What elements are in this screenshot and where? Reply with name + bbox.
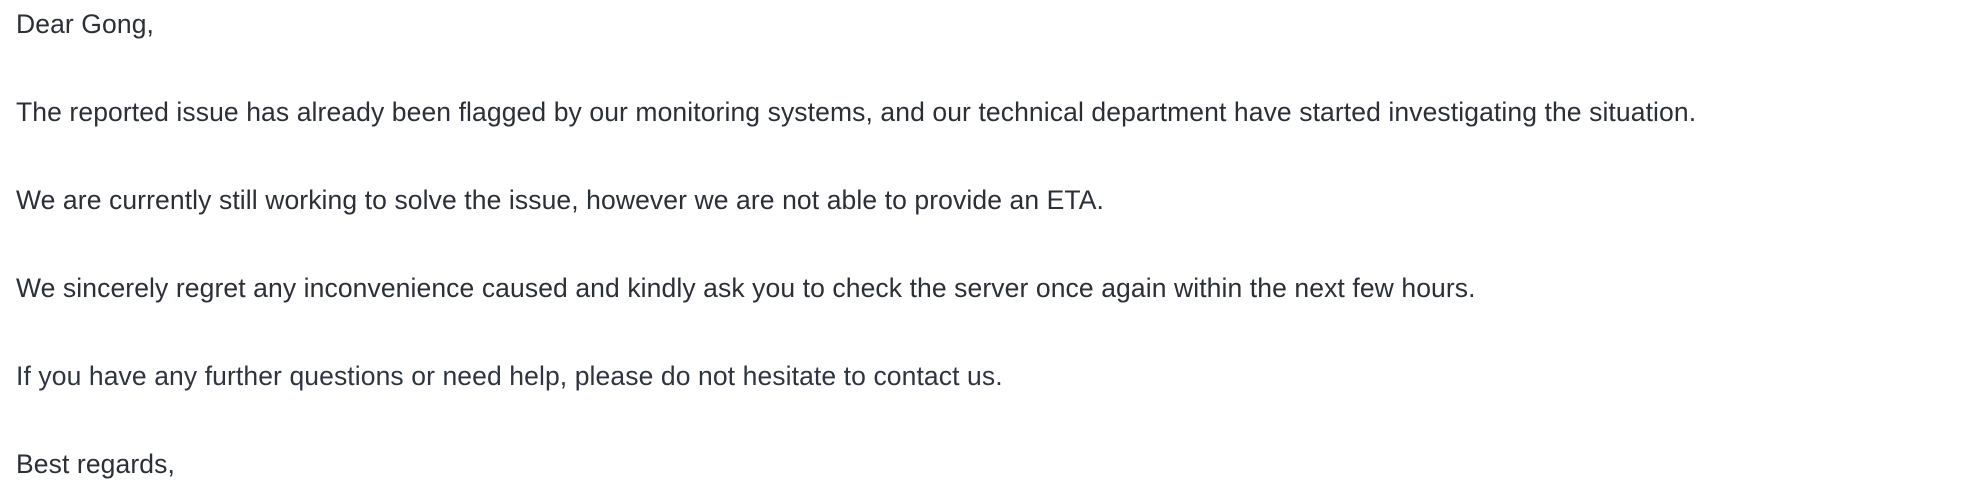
paragraph-issue-flagged: The reported issue has already been flag… (16, 97, 1697, 127)
paragraph-apology: We sincerely regret any inconvenience ca… (16, 273, 1476, 303)
greeting: Dear Gong, (16, 9, 154, 39)
paragraph-working-on-issue: We are currently still working to solve … (16, 185, 1104, 215)
paragraph-contact-us: If you have any further questions or nee… (16, 361, 1003, 391)
closing: Best regards, (16, 449, 175, 479)
email-body: Dear Gong, The reported issue has alread… (16, 6, 1968, 483)
